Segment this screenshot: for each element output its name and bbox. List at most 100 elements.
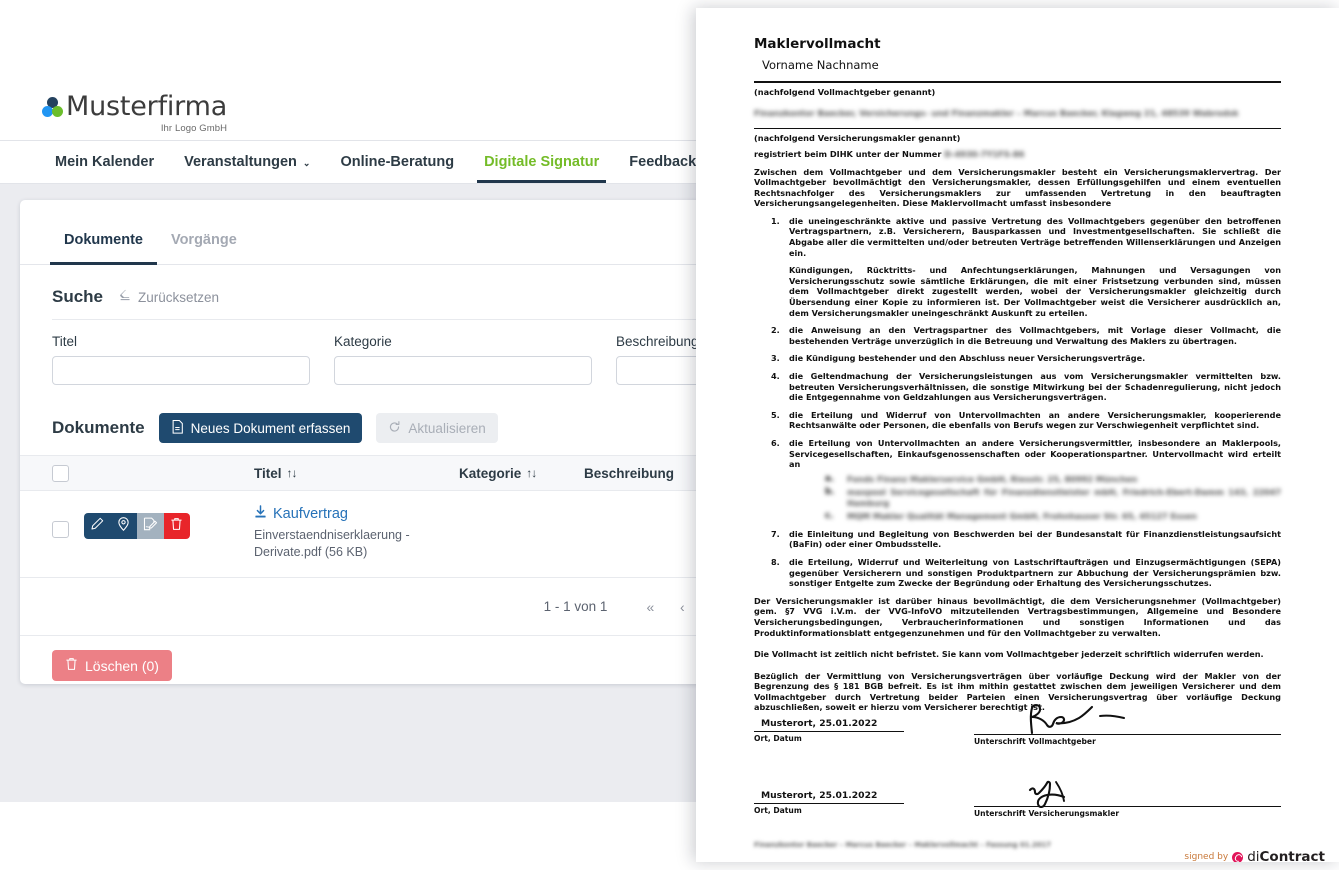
field-label: Kategorie [334, 334, 392, 349]
titel-input[interactable] [52, 356, 310, 385]
new-document-button[interactable]: Neues Dokument erfassen [158, 413, 363, 443]
pdf-closing-1: Der Versicherungsmakler ist darüber hina… [754, 595, 1281, 638]
prev-page-button[interactable]: ‹ [669, 594, 695, 620]
pdf-item-text: die Erteilung von Untervollmachten an an… [789, 437, 1281, 470]
map-pin-icon [117, 516, 130, 536]
pdf-subitem-b: maxpool Servicegesellschaft für Finanzdi… [825, 486, 1281, 508]
row-select-cell [52, 505, 84, 538]
dicontract-brand: signed by diContract [1184, 849, 1325, 862]
pdf-preview-overlay[interactable]: Maklervollmacht Vorname Nachname (nachfo… [696, 8, 1339, 862]
signature-line [754, 731, 904, 733]
documents-title: Dokumente [52, 418, 145, 437]
select-all-cell [52, 464, 84, 482]
pdf-grantor-label: (nachfolgend Vollmachtgeber genannt) [754, 86, 936, 97]
location-button[interactable] [110, 513, 137, 539]
select-all-checkbox[interactable] [52, 464, 69, 482]
app-root: Musterfirma Ihr Logo GmbH Mein Kalender … [0, 0, 1339, 870]
pdf-item-1: die uneingeschränkte aktive und passive … [754, 216, 1281, 318]
header-titel[interactable]: Titel ↑↓ [254, 466, 459, 481]
signature-line [754, 803, 904, 805]
trash-icon [65, 657, 78, 674]
pdf-broker-label: (nachfolgend Versicherungsmakler genannt… [754, 132, 961, 143]
reset-search-button[interactable]: Zurücksetzen [119, 289, 219, 305]
document-add-icon [171, 419, 184, 437]
field-label: Titel [52, 334, 78, 349]
pagination-info: 1 - 1 von 1 [543, 599, 608, 614]
nav-label: Digitale Signatur [484, 154, 600, 170]
pdf-intro: Zwischen dem Vollmachtgeber und dem Vers… [754, 166, 1281, 209]
header-label: Beschreibung [584, 465, 675, 481]
pdf-rule-2 [754, 127, 1281, 129]
kategorie-input[interactable] [334, 356, 592, 385]
search-title: Suche [52, 287, 104, 306]
brand-logo[interactable]: Musterfirma Ihr Logo GmbH [42, 92, 227, 134]
brand-name-bold: Contract [1259, 849, 1325, 862]
signature-caption: Unterschrift Versicherungsmakler [974, 808, 1120, 818]
logo-circles-icon [42, 97, 64, 121]
nav-item-mein-kalender[interactable]: Mein Kalender [40, 141, 169, 183]
document-download-link[interactable]: Kaufvertrag [254, 505, 459, 523]
dicontract-logo-icon [1232, 851, 1244, 862]
sign-button[interactable] [137, 513, 164, 539]
pdf-footer-text: Finanzkontor Baecker – Marcus Baecker – … [754, 841, 1051, 849]
trash-icon [170, 517, 183, 536]
button-label: Löschen (0) [85, 657, 159, 674]
header-label: Kategorie [459, 465, 522, 481]
sort-icon: ↑↓ [526, 466, 537, 480]
row-checkbox[interactable] [52, 521, 69, 538]
nav-label: Online-Beratung [340, 154, 455, 170]
pdf-subitem-c: MQM Makler Qualität Management GmbH, Fro… [825, 510, 1197, 522]
nav-item-digitale-signatur[interactable]: Digitale Signatur [469, 141, 614, 183]
sort-icon: ↑↓ [286, 466, 298, 480]
pdf-item-6: die Erteilung von Untervollmachten an an… [754, 438, 1281, 522]
brand-name: Musterfirma [66, 91, 228, 122]
refresh-button[interactable]: Aktualisieren [376, 413, 498, 443]
reset-label: Zurücksetzen [138, 289, 220, 305]
header-kategorie[interactable]: Kategorie ↑↓ [459, 466, 584, 481]
signature-caption: Ort, Datum [754, 805, 802, 815]
pdf-item-6-sublist: Fonds Finanz Maklerservice GmbH, Riesstr… [789, 474, 1281, 522]
document-filename: Einverstaendniserklaerung - Derivate.pdf… [254, 528, 410, 559]
row-action-group [84, 513, 190, 539]
header-label: Titel [254, 465, 282, 481]
nav-item-online-beratung[interactable]: Online-Beratung [325, 141, 469, 183]
nav-item-veranstaltungen[interactable]: Veranstaltungen ⌄ [169, 141, 325, 183]
pdf-title: Maklervollmacht [754, 36, 881, 52]
signature-right-broker: Unterschrift Versicherungsmakler [974, 772, 1281, 818]
tab-dokumente[interactable]: Dokumente [50, 215, 157, 265]
delete-row-button[interactable] [163, 513, 190, 539]
pdf-item-8: die Erteilung, Widerruf und Weiterleitun… [771, 556, 1281, 589]
tab-label: Vorgänge [170, 231, 237, 248]
pdf-dihk-number: D-4930-7Y1FS-86 [944, 148, 1025, 159]
signature-caption: Unterschrift Vollmachtgeber [974, 736, 1096, 746]
signature-caption: Ort, Datum [754, 733, 802, 743]
signature-block-broker: Musterort, 25.01.2022 Ort, Datum Untersc… [754, 772, 1281, 827]
pdf-rule-1 [754, 81, 1281, 83]
bulk-delete-button[interactable]: Löschen (0) [52, 650, 172, 681]
pdf-subject: Vorname Nachname [762, 58, 879, 72]
pdf-subitem-a: Fonds Finanz Maklerservice GmbH, Riesstr… [825, 473, 1138, 485]
pdf-item-7: die Einleitung und Begleitung von Beschw… [771, 528, 1281, 550]
tab-vorgaenge[interactable]: Vorgänge [157, 215, 251, 264]
edit-button[interactable] [84, 513, 111, 539]
first-page-button[interactable]: « [637, 594, 663, 620]
search-field-titel: Titel [52, 334, 310, 385]
place-date-value: Musterort, 25.01.2022 [761, 718, 878, 729]
pdf-dihk-row: registriert beim DIHK unter der Nummer D… [754, 148, 1281, 160]
place-date-value: Musterort, 25.01.2022 [761, 790, 878, 801]
pdf-item-5: die Erteilung und Widerruf von Untervoll… [771, 409, 1281, 431]
pdf-item-1-extra: Kündigungen, Rücktritts- und Anfechtungs… [789, 265, 1281, 318]
signature-left-broker: Musterort, 25.01.2022 Ort, Datum [754, 790, 904, 815]
row-title-cell: Kaufvertrag Einverstaendniserklaerung - … [254, 505, 459, 561]
pdf-broker-line: Finanzkontor Baecker, Versicherungs- und… [754, 107, 1239, 118]
signature-icon [143, 517, 158, 536]
signature-right-grantor: Unterschrift Vollmachtgeber [974, 700, 1281, 746]
search-field-kategorie: Kategorie [334, 334, 592, 385]
signature-line [974, 806, 1281, 808]
signature-left-grantor: Musterort, 25.01.2022 Ort, Datum [754, 718, 904, 743]
pdf-closing-2: Die Vollmacht ist zeitlich nicht befrist… [754, 649, 1264, 660]
document-title: Kaufvertrag [273, 506, 348, 522]
chevron-down-icon: ⌄ [302, 157, 311, 168]
refresh-icon [388, 420, 401, 437]
handwritten-signature-broker [974, 772, 1281, 808]
